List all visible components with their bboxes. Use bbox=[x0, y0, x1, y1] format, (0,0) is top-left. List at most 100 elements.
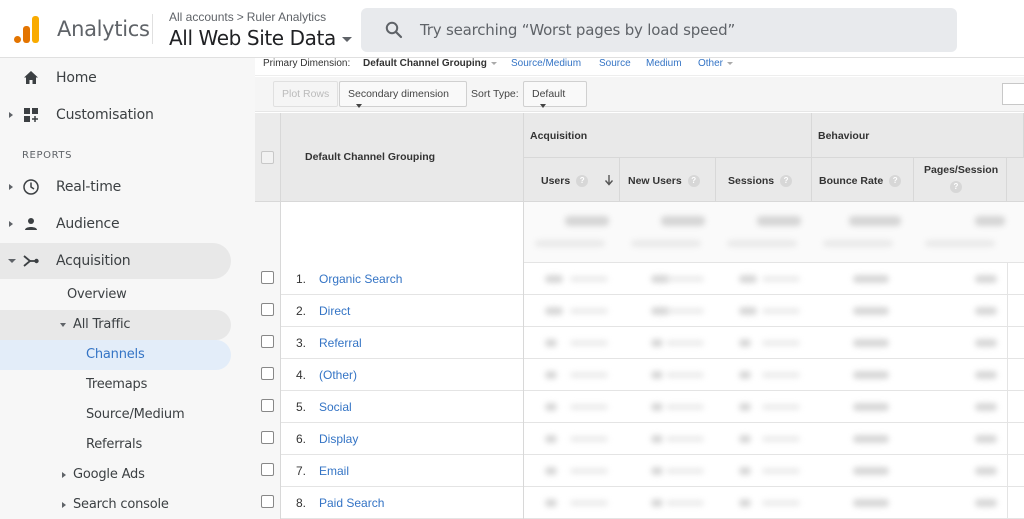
dimension-option-medium[interactable]: Medium bbox=[646, 58, 682, 69]
row-checkbox[interactable] bbox=[261, 335, 274, 348]
channel-link[interactable]: Display bbox=[319, 432, 358, 446]
metric-percent-blurred bbox=[762, 372, 800, 378]
sessions-label: Sessions bbox=[728, 175, 775, 187]
dimension-option-source[interactable]: Source bbox=[599, 58, 631, 69]
column-header-sessions[interactable]: Sessions? bbox=[716, 158, 812, 202]
expand-arrow-icon[interactable] bbox=[9, 112, 13, 118]
expand-arrow-icon[interactable] bbox=[62, 502, 66, 508]
help-icon[interactable]: ? bbox=[889, 175, 902, 188]
behaviour-group-label: Behaviour bbox=[818, 130, 870, 142]
row-checkbox[interactable] bbox=[261, 399, 274, 412]
collapse-arrow-icon[interactable] bbox=[60, 323, 66, 327]
top-header: Analytics All accounts > Ruler Analytics A… bbox=[0, 0, 1024, 58]
sidebar-item-google-ads[interactable]: Google Ads bbox=[0, 460, 231, 490]
channel-link[interactable]: Direct bbox=[319, 304, 350, 318]
breadcrumb-property[interactable]: Ruler Analytics bbox=[247, 10, 326, 24]
primary-dimension-current[interactable]: Default Channel Grouping bbox=[363, 58, 497, 69]
column-header-pages-session[interactable]: Pages/Session ? bbox=[914, 158, 1007, 202]
channel-link[interactable]: (Other) bbox=[319, 368, 357, 382]
expand-arrow-icon[interactable] bbox=[9, 184, 13, 190]
collapse-arrow-icon[interactable] bbox=[8, 259, 16, 263]
metric-value-blurred bbox=[853, 403, 889, 411]
row-checkbox[interactable] bbox=[261, 431, 274, 444]
help-icon[interactable]: ? bbox=[950, 181, 962, 193]
view-selector[interactable]: All Web Site Data bbox=[169, 26, 352, 50]
help-icon[interactable]: ? bbox=[780, 175, 793, 188]
metric-percent-blurred bbox=[666, 308, 704, 314]
breadcrumb[interactable]: All accounts > Ruler Analytics bbox=[169, 10, 326, 24]
row-checkbox[interactable] bbox=[261, 495, 274, 508]
sort-descending-icon[interactable] bbox=[604, 174, 614, 186]
expand-arrow-icon[interactable] bbox=[9, 221, 13, 227]
app-name[interactable]: Analytics bbox=[57, 17, 150, 41]
pages-session-label: Pages/Session bbox=[924, 164, 999, 176]
channel-link[interactable]: Organic Search bbox=[319, 272, 402, 286]
row-checkbox-cell bbox=[255, 487, 281, 519]
column-label: Users? bbox=[541, 175, 589, 188]
sort-type-dropdown[interactable]: Default bbox=[523, 81, 587, 109]
table-row: 2. Direct bbox=[255, 295, 1024, 327]
column-divider bbox=[1007, 327, 1008, 359]
plot-rows-button[interactable]: Plot Rows bbox=[273, 81, 339, 107]
totals-subvalue-blurred bbox=[727, 240, 797, 247]
analytics-logo-icon[interactable] bbox=[14, 15, 40, 43]
dimension-option-source-medium[interactable]: Source/Medium bbox=[511, 58, 581, 69]
sidebar-item-source-medium[interactable]: Source/Medium bbox=[0, 400, 231, 430]
sidebar-item-customisation[interactable]: Customisation bbox=[0, 97, 231, 133]
sidebar-item-label: Overview bbox=[67, 287, 127, 302]
help-icon[interactable]: ? bbox=[687, 175, 700, 188]
row-dimension-cell bbox=[281, 487, 524, 519]
metric-percent-blurred bbox=[666, 372, 704, 378]
header-filler bbox=[1007, 158, 1024, 202]
row-checkbox[interactable] bbox=[261, 463, 274, 476]
channel-link[interactable]: Social bbox=[319, 400, 352, 414]
sidebar-item-realtime[interactable]: Real-time bbox=[0, 169, 231, 205]
select-all-checkbox[interactable] bbox=[261, 151, 274, 164]
sidebar-item-home[interactable]: Home bbox=[0, 60, 231, 96]
header-divider bbox=[152, 14, 153, 44]
column-header-new-users[interactable]: New Users? bbox=[620, 158, 716, 202]
dimension-option-other[interactable]: Other bbox=[698, 58, 734, 69]
sidebar-item-audience[interactable]: Audience bbox=[0, 206, 231, 242]
metric-value-blurred bbox=[853, 339, 889, 347]
row-dimension-cell bbox=[281, 327, 524, 359]
table-row: 1. Organic Search bbox=[255, 263, 1024, 295]
breadcrumb-account[interactable]: All accounts bbox=[169, 10, 234, 24]
row-checkbox[interactable] bbox=[261, 303, 274, 316]
dimension-header[interactable]: Default Channel Grouping bbox=[281, 113, 524, 202]
chevron-down-icon bbox=[727, 61, 734, 65]
metric-value-blurred bbox=[739, 467, 751, 475]
sidebar-item-acquisition[interactable]: Acquisition bbox=[0, 243, 231, 279]
search-input[interactable]: Try searching “Worst pages by load speed… bbox=[361, 8, 957, 52]
select-all-cell bbox=[255, 113, 281, 202]
expand-arrow-icon[interactable] bbox=[62, 472, 66, 478]
column-divider bbox=[1007, 487, 1008, 519]
row-checkbox[interactable] bbox=[261, 271, 274, 284]
acquisition-icon bbox=[23, 255, 39, 267]
secondary-dimension-dropdown[interactable]: Secondary dimension bbox=[339, 81, 467, 109]
column-divider bbox=[1007, 295, 1008, 327]
sidebar-item-treemaps[interactable]: Treemaps bbox=[0, 370, 231, 400]
table-filter-input[interactable] bbox=[1002, 83, 1024, 105]
sidebar-item-overview[interactable]: Overview bbox=[0, 280, 231, 310]
sidebar-item-all-traffic[interactable]: All Traffic bbox=[0, 310, 231, 340]
channel-link[interactable]: Email bbox=[319, 464, 349, 478]
table-row: 4. (Other) bbox=[255, 359, 1024, 391]
row-index: 6. bbox=[296, 432, 307, 446]
sidebar-item-channels[interactable]: Channels bbox=[0, 340, 231, 370]
row-checkbox[interactable] bbox=[261, 367, 274, 380]
row-checkbox-cell bbox=[255, 391, 281, 423]
channel-link[interactable]: Paid Search bbox=[319, 496, 384, 510]
sort-type-label: Sort Type: bbox=[471, 88, 519, 100]
sidebar-item-search-console[interactable]: Search console bbox=[0, 490, 231, 519]
column-label: Bounce Rate? bbox=[819, 175, 902, 188]
column-header-bounce-rate[interactable]: Bounce Rate? bbox=[812, 158, 914, 202]
column-divider bbox=[1007, 359, 1008, 391]
sidebar-item-referrals[interactable]: Referrals bbox=[0, 430, 231, 460]
help-icon[interactable]: ? bbox=[576, 175, 589, 188]
chevron-down-icon bbox=[540, 104, 546, 109]
column-header-users[interactable]: Users? bbox=[524, 158, 620, 202]
metric-value-blurred bbox=[853, 371, 889, 379]
channel-link[interactable]: Referral bbox=[319, 336, 362, 350]
metric-value-blurred bbox=[853, 499, 889, 507]
